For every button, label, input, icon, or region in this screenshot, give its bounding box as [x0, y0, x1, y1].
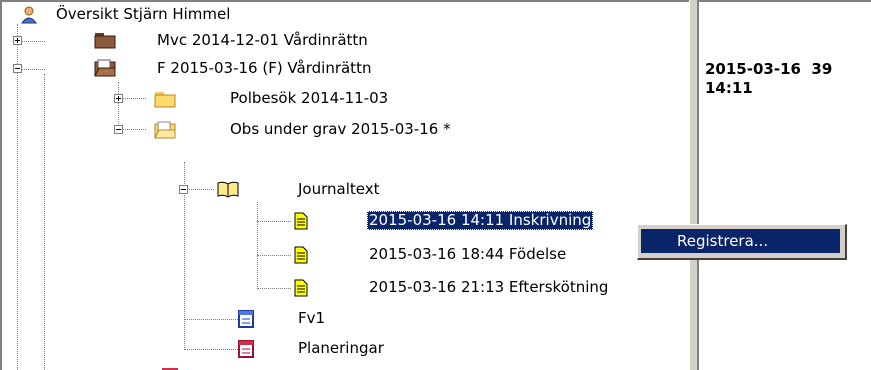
- document-icon: [294, 212, 308, 230]
- tree-node-root[interactable]: Översikt Stjärn Himmel: [56, 5, 230, 24]
- tree-line: [184, 189, 214, 190]
- tree-line: [118, 82, 119, 130]
- expand-toggle-polbesok[interactable]: [114, 94, 123, 103]
- tree-line: [17, 24, 18, 370]
- menu-item-registrera[interactable]: Registrera...: [641, 229, 840, 253]
- detail-line-1: 2015-03-16 39: [705, 60, 833, 78]
- tree-line: [257, 221, 291, 222]
- person-icon: [21, 6, 37, 24]
- tree-node-journaltext[interactable]: Journaltext: [298, 180, 379, 199]
- tree-node-entry-efterskotning[interactable]: 2015-03-16 21:13 Efterskötning: [369, 278, 608, 297]
- detail-text: 2015-03-16 39 14:11: [705, 60, 832, 98]
- document-icon: [294, 279, 308, 297]
- tree-node-entry-inskrivning[interactable]: 2015-03-16 14:11 Inskrivning: [367, 211, 594, 230]
- splitter[interactable]: [689, 0, 697, 370]
- expand-toggle-mvc[interactable]: [13, 36, 22, 45]
- tree-pane: Översikt Stjärn Himmel Mvc 2014-12-01 Vå…: [0, 0, 689, 370]
- collapse-toggle-journaltext[interactable]: [179, 185, 188, 194]
- collapse-toggle-obs[interactable]: [114, 125, 123, 134]
- form-icon: [238, 310, 254, 328]
- context-menu: Registrera...: [637, 224, 847, 260]
- tree-node-obs[interactable]: Obs under grav 2015-03-16 *: [230, 120, 451, 139]
- tree-node-planeringar[interactable]: Planeringar: [298, 339, 384, 358]
- document-icon: [294, 246, 308, 264]
- tree-line: [184, 319, 238, 320]
- detail-line-2: 14:11: [705, 79, 753, 97]
- folder-closed-icon: [154, 92, 176, 108]
- tree-line: [44, 74, 45, 370]
- detail-pane: 2015-03-16 39 14:11: [697, 0, 871, 370]
- tree-node-fv1[interactable]: Fv1: [298, 309, 325, 328]
- tree-node-entry-fodelse[interactable]: 2015-03-16 18:44 Födelse: [369, 245, 566, 264]
- tree-node-f2015[interactable]: F 2015-03-16 (F) Vårdinrättn: [157, 59, 371, 78]
- form-icon: [238, 340, 254, 358]
- folder-open-icon: [94, 59, 116, 77]
- tree-node-mvc[interactable]: Mvc 2014-12-01 Vårdinrättn: [157, 31, 368, 50]
- open-book-icon: [217, 181, 239, 198]
- tree-node-polbesok[interactable]: Polbesök 2014-11-03: [230, 89, 388, 108]
- tree-line: [257, 202, 258, 289]
- folder-closed-icon: [94, 33, 116, 49]
- tree-line: [257, 255, 291, 256]
- collapse-toggle-f2015[interactable]: [13, 64, 22, 73]
- tree-line: [257, 288, 291, 289]
- tree-line: [184, 349, 238, 350]
- folder-open-icon: [154, 121, 176, 139]
